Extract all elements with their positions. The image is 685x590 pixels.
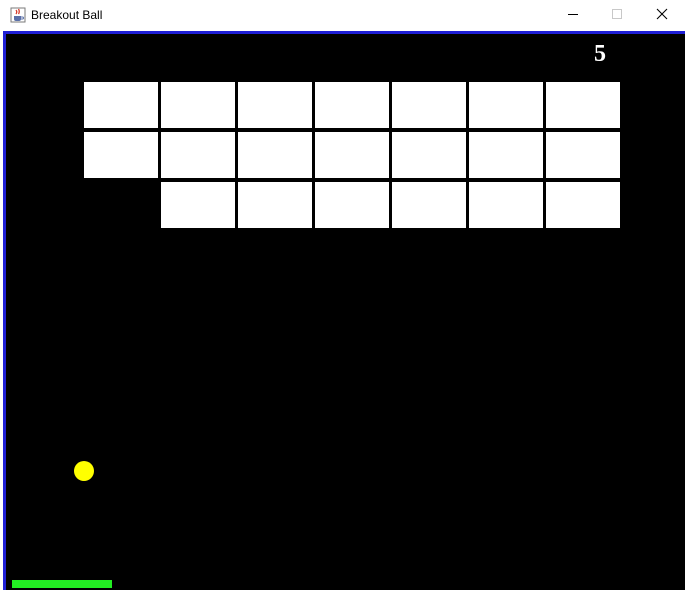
brick <box>546 82 620 128</box>
brick <box>161 82 235 128</box>
brick <box>315 182 389 228</box>
brick <box>469 82 543 128</box>
brick <box>392 132 466 178</box>
close-button[interactable] <box>639 0 685 31</box>
maximize-icon <box>611 7 623 25</box>
minimize-button[interactable] <box>550 0 596 31</box>
brick <box>161 132 235 178</box>
brick <box>84 132 158 178</box>
paddle[interactable] <box>12 580 112 588</box>
brick <box>315 82 389 128</box>
brick <box>392 182 466 228</box>
brick <box>546 182 620 228</box>
brick <box>161 182 235 228</box>
brick <box>238 132 312 178</box>
app-window: Breakout Ball 5 <box>0 0 685 590</box>
brick <box>546 132 620 178</box>
title-bar[interactable]: Breakout Ball <box>0 0 685 31</box>
ball <box>74 461 94 481</box>
brick <box>84 82 158 128</box>
score-display: 5 <box>594 41 606 67</box>
brick <box>238 182 312 228</box>
game-canvas[interactable]: 5 <box>3 31 685 590</box>
close-icon <box>656 7 668 25</box>
window-title: Breakout Ball <box>31 8 103 22</box>
brick <box>392 82 466 128</box>
brick <box>238 82 312 128</box>
brick <box>469 132 543 178</box>
brick <box>469 182 543 228</box>
java-cup-icon <box>10 7 26 23</box>
minimize-icon <box>567 7 579 25</box>
brick <box>315 132 389 178</box>
maximize-button[interactable] <box>594 0 640 31</box>
